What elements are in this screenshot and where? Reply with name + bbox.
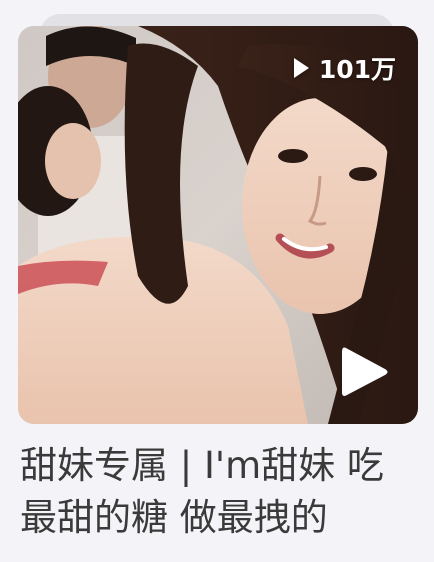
play-count-icon	[293, 58, 309, 78]
video-title[interactable]: 甜妹专属 | I'm甜妹 吃最甜的糖 做最拽的	[20, 440, 416, 544]
play-icon[interactable]	[338, 344, 390, 400]
video-thumbnail[interactable]: 101万	[18, 26, 418, 424]
view-count-badge: 101万	[293, 50, 396, 86]
video-card[interactable]: 101万 甜妹专属 | I'm甜妹 吃最甜的糖 做最拽的	[0, 0, 434, 562]
view-count-text: 101万	[318, 55, 396, 84]
